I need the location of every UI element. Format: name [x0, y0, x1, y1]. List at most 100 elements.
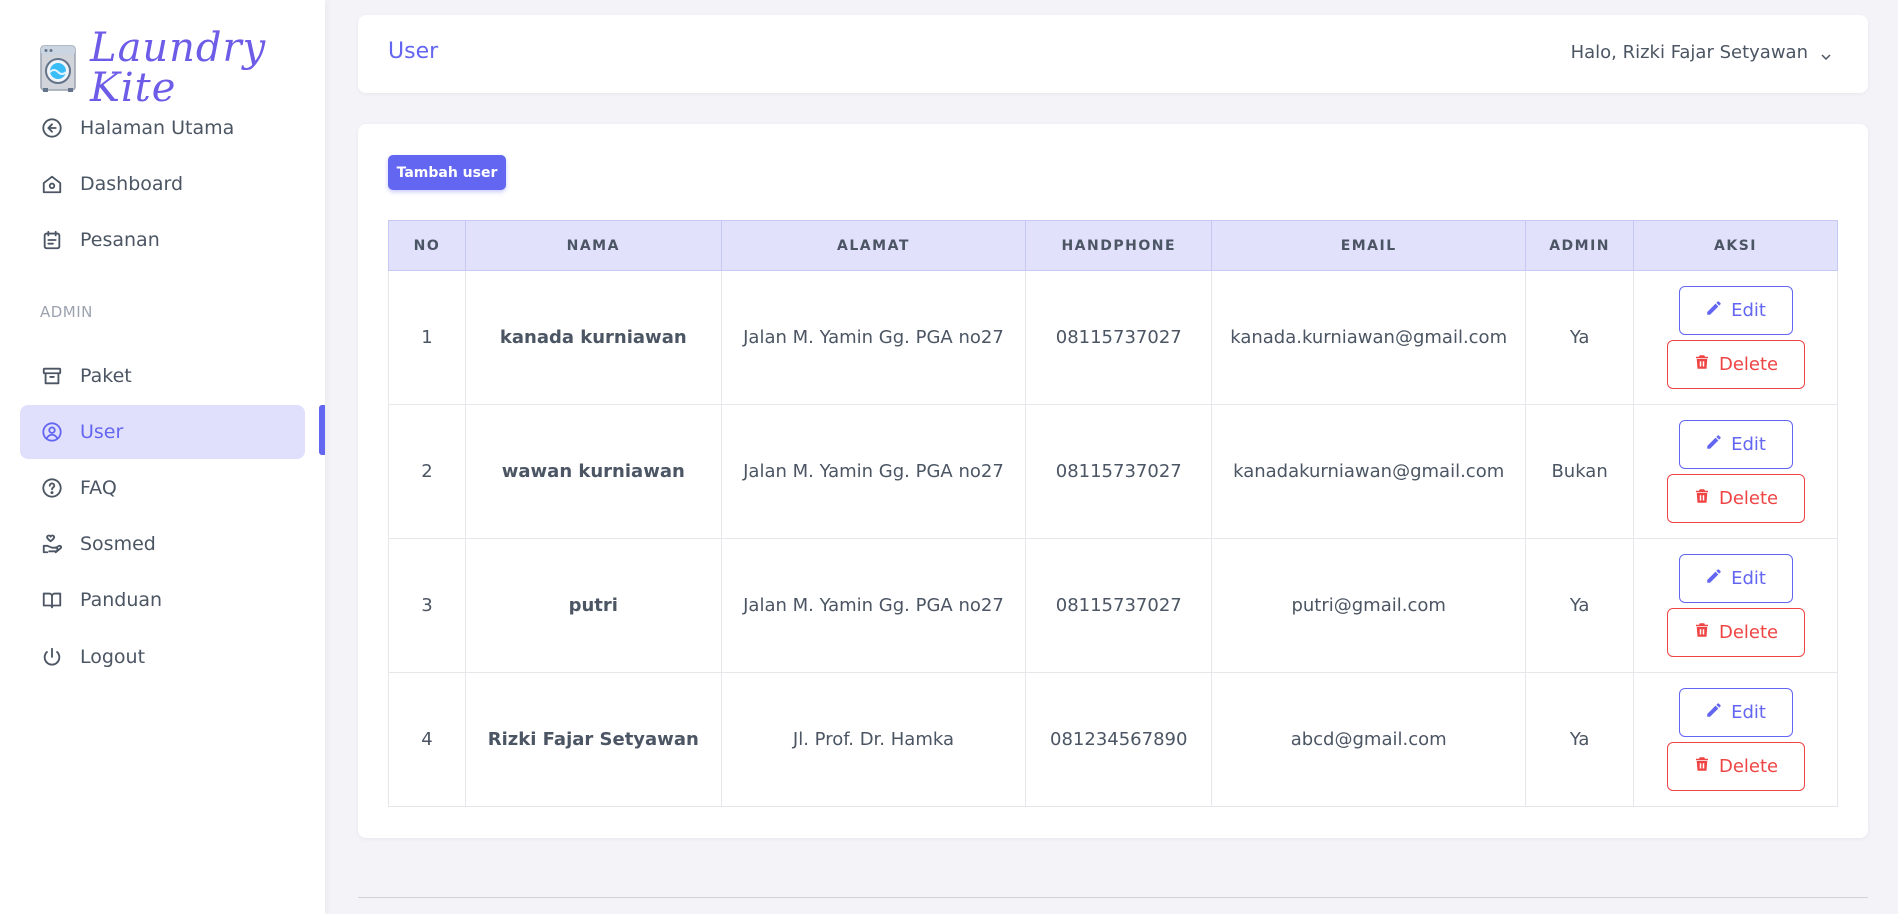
chevron-down-icon: [1820, 47, 1832, 60]
edit-label: Edit: [1731, 434, 1766, 455]
delete-button[interactable]: Delete: [1666, 474, 1805, 523]
cell-alamat: Jalan M. Yamin Gg. PGA no27: [720, 538, 1027, 673]
cell-nama: putri: [464, 538, 722, 673]
cell-no: 3: [388, 538, 466, 673]
column-header-aksi: AKSI: [1633, 220, 1838, 271]
trash-icon: [1693, 353, 1711, 376]
pencil-icon: [1705, 299, 1723, 322]
sidebar-item-label: User: [80, 421, 124, 443]
cell-aksi: Edit Delete: [1633, 672, 1838, 807]
cell-no: 4: [388, 672, 466, 807]
sidebar-item-label: Dashboard: [80, 173, 184, 195]
sidebar-item-paket[interactable]: Paket: [20, 349, 305, 403]
table-row: 2 wawan kurniawan Jalan M. Yamin Gg. PGA…: [388, 404, 1838, 539]
column-header-email: EMAIL: [1211, 220, 1527, 271]
cell-email: putri@gmail.com: [1211, 538, 1527, 673]
delete-button[interactable]: Delete: [1666, 742, 1805, 791]
brand[interactable]: Laundry Kite: [40, 28, 325, 108]
delete-label: Delete: [1718, 622, 1779, 643]
delete-label: Delete: [1718, 354, 1779, 375]
hand-heart-icon: [40, 532, 64, 556]
cell-admin: Ya: [1525, 538, 1635, 673]
delete-button[interactable]: Delete: [1666, 340, 1805, 389]
cell-admin: Ya: [1525, 672, 1635, 807]
pencil-icon: [1705, 701, 1723, 724]
table-row: 1 kanada kurniawan Jalan M. Yamin Gg. PG…: [388, 270, 1838, 405]
sidebar-item-pesanan[interactable]: Pesanan: [20, 213, 305, 267]
sidebar: Laundry Kite Halaman Utama Dashboard Pes…: [0, 0, 325, 914]
cell-nama: wawan kurniawan: [464, 404, 722, 539]
user-menu-dropdown[interactable]: Halo, Rizki Fajar Setyawan: [1571, 42, 1832, 63]
user-table-card: Tambah user NO NAMA ALAMAT HANDPHONE EMA…: [358, 124, 1868, 838]
trash-icon: [1693, 755, 1711, 778]
sidebar-item-label: Sosmed: [80, 533, 156, 555]
column-header-no: NO: [388, 220, 466, 271]
cell-aksi: Edit Delete: [1633, 404, 1838, 539]
archive-icon: [40, 364, 64, 388]
edit-button[interactable]: Edit: [1678, 554, 1793, 603]
sidebar-item-dashboard[interactable]: Dashboard: [20, 157, 305, 211]
delete-label: Delete: [1718, 488, 1779, 509]
table-row: 3 putri Jalan M. Yamin Gg. PGA no27 0811…: [388, 538, 1838, 673]
brand-name: Laundry Kite: [90, 25, 267, 111]
cell-no: 1: [388, 270, 466, 405]
sidebar-item-sosmed[interactable]: Sosmed: [20, 517, 305, 571]
cell-admin: Bukan: [1525, 404, 1635, 539]
table-header-row: NO NAMA ALAMAT HANDPHONE EMAIL ADMIN AKS…: [388, 220, 1838, 271]
page-header: User Halo, Rizki Fajar Setyawan: [358, 15, 1868, 93]
cell-alamat: Jalan M. Yamin Gg. PGA no27: [720, 270, 1027, 405]
power-icon: [40, 645, 64, 669]
cell-alamat: Jalan M. Yamin Gg. PGA no27: [720, 404, 1027, 539]
question-circle-icon: [40, 476, 64, 500]
sidebar-item-label: Halaman Utama: [80, 117, 235, 139]
sidebar-item-label: Logout: [80, 646, 146, 668]
cell-handphone: 081234567890: [1025, 672, 1213, 807]
cell-aksi: Edit Delete: [1633, 538, 1838, 673]
column-header-nama: NAMA: [464, 220, 722, 271]
pencil-icon: [1705, 433, 1723, 456]
edit-button[interactable]: Edit: [1678, 420, 1793, 469]
cell-email: kanadakurniawan@gmail.com: [1211, 404, 1527, 539]
column-header-handphone: HANDPHONE: [1025, 220, 1213, 271]
cell-handphone: 08115737027: [1025, 270, 1213, 405]
pencil-icon: [1705, 567, 1723, 590]
calendar-icon: [40, 228, 64, 252]
cell-email: kanada.kurniawan@gmail.com: [1211, 270, 1527, 405]
edit-button[interactable]: Edit: [1678, 688, 1793, 737]
book-open-icon: [40, 588, 64, 612]
cell-handphone: 08115737027: [1025, 538, 1213, 673]
edit-label: Edit: [1731, 568, 1766, 589]
sidebar-item-user[interactable]: User: [20, 405, 305, 459]
add-user-button[interactable]: Tambah user: [388, 155, 506, 190]
user-table: NO NAMA ALAMAT HANDPHONE EMAIL ADMIN AKS…: [388, 220, 1838, 807]
admin-section-label: ADMIN: [40, 303, 93, 321]
cell-nama: kanada kurniawan: [464, 270, 722, 405]
page-title: User: [388, 39, 439, 64]
sidebar-item-faq[interactable]: FAQ: [20, 461, 305, 515]
delete-label: Delete: [1718, 756, 1779, 777]
sidebar-item-label: FAQ: [80, 477, 117, 499]
trash-icon: [1693, 621, 1711, 644]
washing-machine-icon: [40, 43, 76, 93]
column-header-admin: ADMIN: [1525, 220, 1635, 271]
sidebar-item-label: Paket: [80, 365, 132, 387]
sidebar-item-label: Panduan: [80, 589, 163, 611]
home-icon: [40, 172, 64, 196]
active-indicator: [319, 405, 325, 455]
delete-button[interactable]: Delete: [1666, 608, 1805, 657]
sidebar-item-label: Pesanan: [80, 229, 160, 251]
cell-admin: Ya: [1525, 270, 1635, 405]
edit-button[interactable]: Edit: [1678, 286, 1793, 335]
cell-handphone: 08115737027: [1025, 404, 1213, 539]
cell-alamat: Jl. Prof. Dr. Hamka: [720, 672, 1027, 807]
sidebar-item-panduan[interactable]: Panduan: [20, 573, 305, 627]
cell-email: abcd@gmail.com: [1211, 672, 1527, 807]
cell-nama: Rizki Fajar Setyawan: [464, 672, 722, 807]
arrow-left-circle-icon: [40, 116, 64, 140]
user-greeting: Halo, Rizki Fajar Setyawan: [1570, 42, 1808, 63]
edit-label: Edit: [1731, 702, 1766, 723]
sidebar-item-halaman-utama[interactable]: Halaman Utama: [20, 101, 305, 155]
sidebar-item-logout[interactable]: Logout: [20, 630, 305, 684]
user-circle-icon: [40, 420, 64, 444]
edit-label: Edit: [1731, 300, 1766, 321]
